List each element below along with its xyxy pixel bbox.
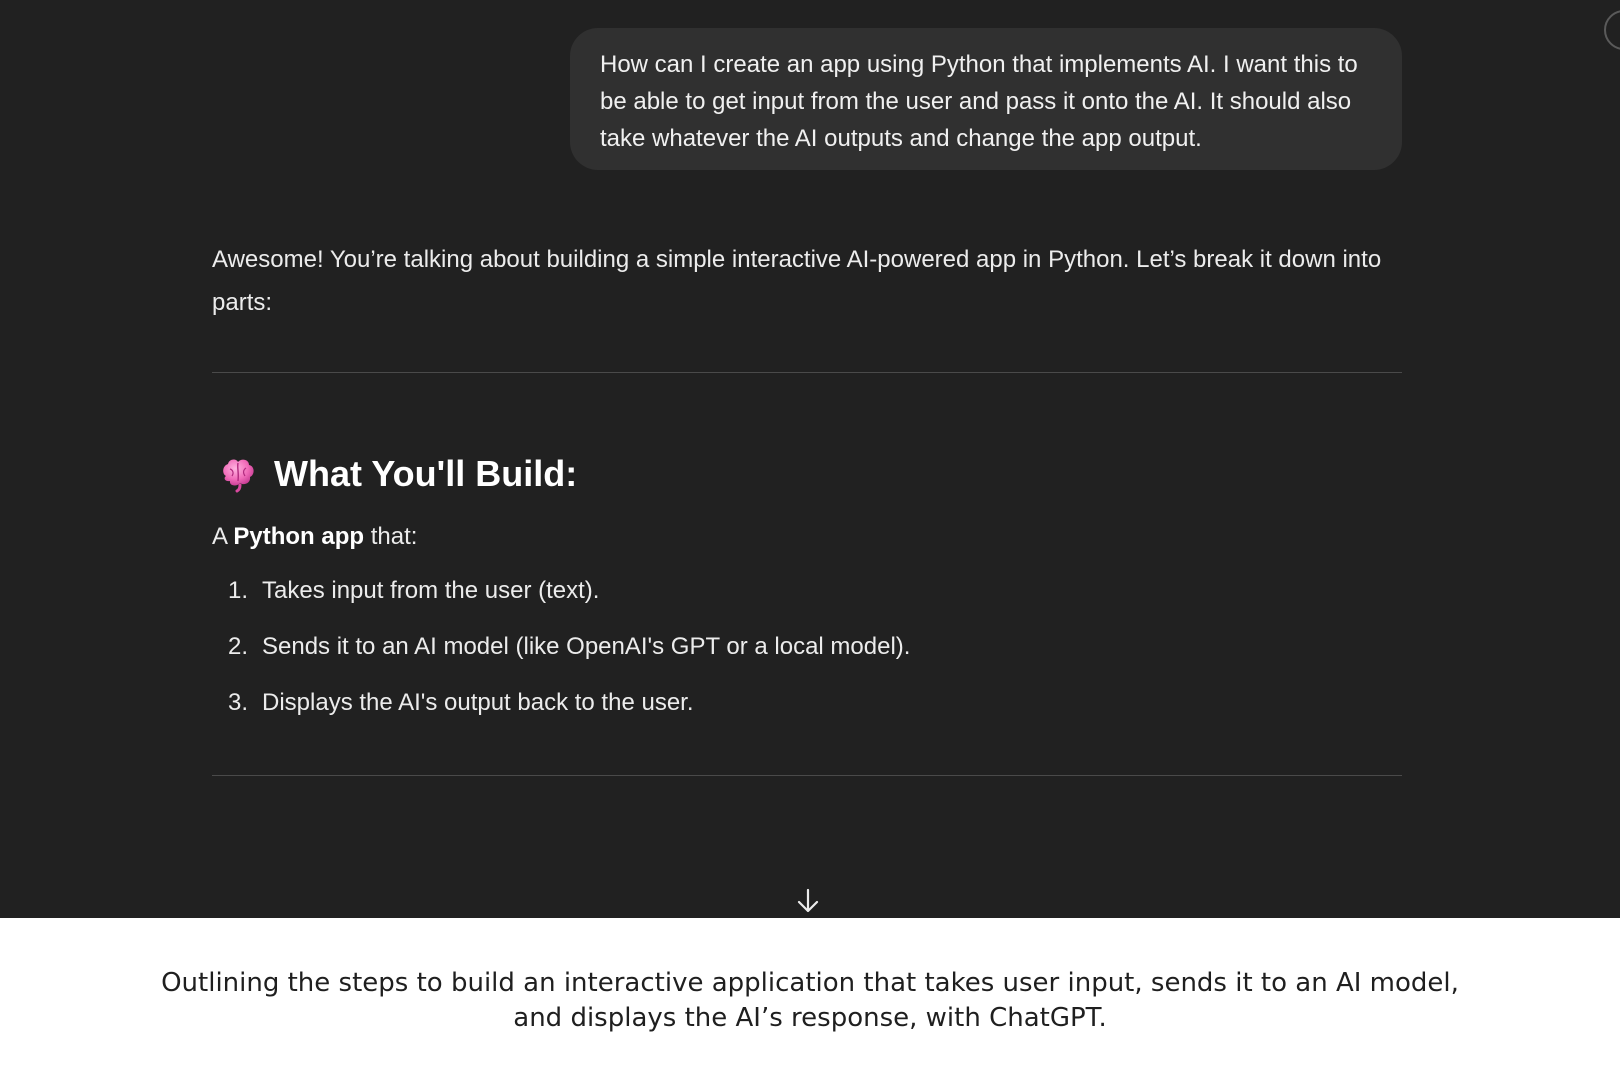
chat-area: How can I create an app using Python tha… bbox=[0, 0, 1620, 918]
arrow-down-icon bbox=[797, 888, 819, 913]
list-item: 1. Takes input from the user (text). bbox=[212, 575, 1402, 607]
list-item: 2. Sends it to an AI model (like OpenAI'… bbox=[212, 631, 1402, 663]
steps-list: 1. Takes input from the user (text). 2. … bbox=[212, 575, 1402, 719]
brain-icon bbox=[223, 459, 254, 493]
avatar[interactable] bbox=[1604, 10, 1620, 50]
section-lead: A Python app that: bbox=[212, 521, 1402, 553]
section-heading: What You'll Build: bbox=[212, 451, 1402, 497]
list-item-number: 1. bbox=[227, 577, 248, 604]
list-item-text: Sends it to an AI model (like OpenAI's G… bbox=[262, 633, 911, 660]
user-message-bubble: How can I create an app using Python tha… bbox=[570, 28, 1402, 170]
assistant-message: Awesome! You’re talking about building a… bbox=[212, 238, 1402, 776]
lead-suffix: that: bbox=[364, 523, 418, 550]
list-item-number: 3. bbox=[227, 689, 248, 716]
caption: Outlining the steps to build an interact… bbox=[0, 966, 1620, 1036]
assistant-intro: Awesome! You’re talking about building a… bbox=[212, 246, 1382, 316]
user-message-text: How can I create an app using Python tha… bbox=[600, 51, 1358, 152]
lead-bold: Python app bbox=[233, 523, 365, 550]
caption-line: and displays the AI’s response, with Cha… bbox=[513, 1003, 1107, 1033]
caption-line: Outlining the steps to build an interact… bbox=[161, 968, 1459, 998]
divider bbox=[212, 775, 1402, 776]
section-title: What You'll Build: bbox=[274, 453, 578, 494]
list-item-text: Takes input from the user (text). bbox=[262, 577, 600, 604]
list-item-number: 2. bbox=[227, 633, 248, 660]
lead-prefix: A bbox=[212, 523, 234, 550]
list-item-text: Displays the AI's output back to the use… bbox=[262, 689, 694, 716]
divider bbox=[212, 372, 1402, 373]
list-item: 3. Displays the AI's output back to the … bbox=[212, 687, 1402, 719]
scroll-to-bottom-button[interactable] bbox=[794, 888, 822, 914]
